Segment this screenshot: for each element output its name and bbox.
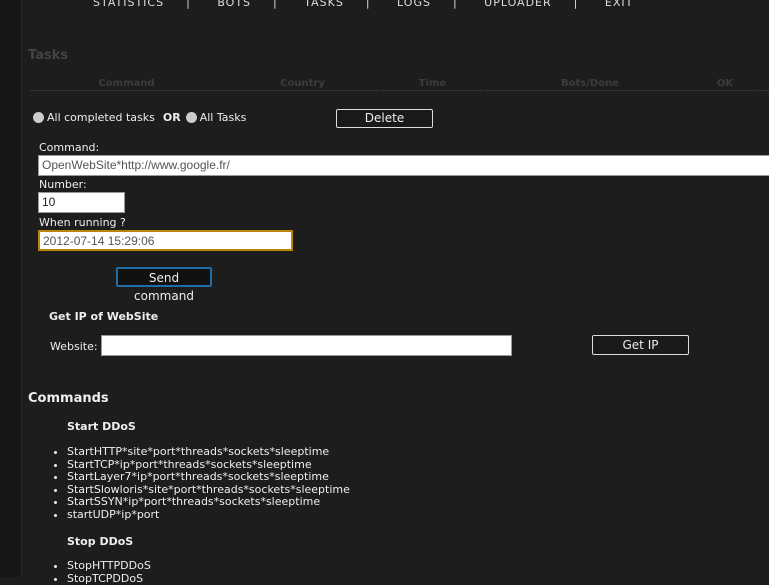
col-extra (755, 78, 769, 91)
radio-all-label: All Tasks (199, 111, 247, 124)
commands-heading: Commands (28, 391, 109, 406)
command-input[interactable]: OpenWebSite*http://www.google.fr/ (38, 155, 769, 176)
get-ip-button[interactable]: Get IP (592, 335, 689, 355)
nav-tasks[interactable]: TASKS (304, 0, 344, 9)
nav-statistics[interactable]: STATISTICS (93, 0, 164, 9)
nav-uploader[interactable]: UPLOADER (484, 0, 551, 9)
radio-completed-label: All completed tasks (47, 111, 155, 124)
stop-ddos-heading: Stop DDoS (67, 535, 134, 548)
start-commands-list: StartHTTP*site*port*threads*sockets*slee… (52, 445, 350, 522)
or-label: OR (162, 111, 181, 124)
when-label: When running ? (39, 216, 126, 229)
nav-exit[interactable]: EXIT (605, 0, 633, 9)
stop-commands-list: StopHTTPDDoS StopTCPDDoS (52, 559, 151, 585)
task-filter: All completed tasks OR All Tasks (33, 111, 246, 124)
delete-button[interactable]: Delete (336, 109, 433, 128)
radio-all[interactable] (185, 112, 197, 123)
col-command: Command (30, 78, 223, 91)
list-item: StartHTTP*site*port*threads*sockets*slee… (67, 445, 350, 459)
start-ddos-heading: Start DDoS (67, 420, 136, 433)
command-label: Command: (39, 141, 100, 154)
left-sidebar-strip (0, 0, 22, 577)
get-ip-heading: Get IP of WebSite (49, 310, 159, 323)
col-ok: OK (697, 78, 753, 91)
website-input[interactable] (101, 335, 512, 356)
tasks-heading: Tasks (28, 48, 69, 63)
list-item: StopTCPDDoS (67, 572, 151, 585)
nav-bots[interactable]: BOTS (217, 0, 251, 9)
tasks-table-header: Command Country Time Bots/Done OK (30, 78, 769, 91)
list-item: StopHTTPDDoS (67, 559, 151, 573)
website-label: Website: (50, 340, 98, 353)
top-nav: STATISTICS | BOTS | TASKS | LOGS | UPLOADER |… (93, 0, 633, 9)
send-command-button[interactable]: Send command (116, 267, 212, 303)
when-input[interactable]: 2012-07-14 15:29:06 (38, 230, 293, 251)
col-bots-done: Bots/Done (485, 78, 695, 91)
list-item: startUDP*ip*port (67, 508, 350, 522)
radio-completed[interactable] (33, 112, 44, 123)
nav-logs[interactable]: LOGS (397, 0, 431, 9)
list-item: StartLayer7*ip*port*threads*sockets*slee… (67, 471, 350, 484)
number-input[interactable]: 10 (38, 192, 125, 213)
number-label: Number: (39, 178, 87, 191)
col-time: Time (382, 78, 483, 91)
col-country: Country (225, 78, 380, 91)
